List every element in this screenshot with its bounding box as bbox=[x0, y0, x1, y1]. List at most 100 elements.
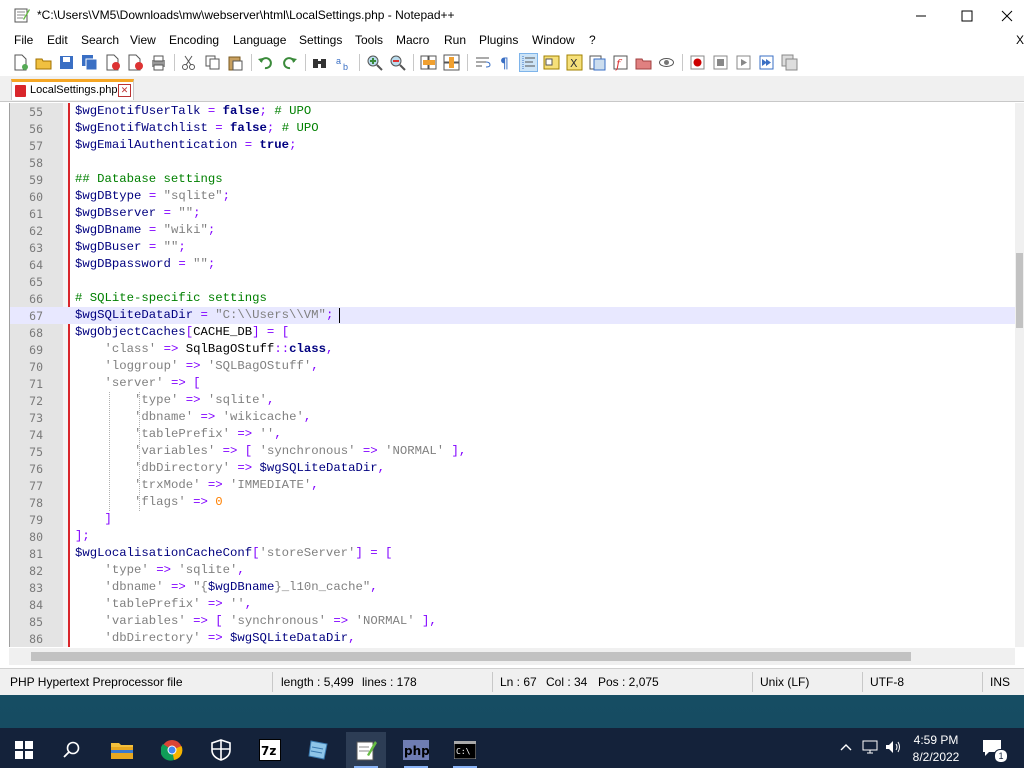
code-line[interactable]: 55 $wgEnotifUserTalk = false; # UPO bbox=[10, 103, 1016, 120]
horizontal-scroll-thumb[interactable] bbox=[31, 652, 911, 661]
vertical-scrollbar[interactable] bbox=[1015, 103, 1024, 647]
code-line[interactable]: 62 $wgDBname = "wiki"; bbox=[10, 222, 1016, 239]
zoom-in-icon[interactable] bbox=[366, 54, 383, 71]
status-encoding[interactable]: UTF-8 bbox=[870, 675, 904, 689]
clock-time[interactable]: 4:59 PM bbox=[905, 733, 967, 747]
new-file-icon[interactable] bbox=[12, 54, 29, 71]
taskbar-security[interactable] bbox=[201, 732, 241, 768]
monitoring-eye-icon[interactable] bbox=[658, 54, 675, 71]
code-line[interactable]: 69 'class' => SqlBagOStuff::class, bbox=[10, 341, 1016, 358]
code-line[interactable]: 77 'trxMode' => 'IMMEDIATE', bbox=[10, 477, 1016, 494]
macro-stop-icon[interactable] bbox=[712, 54, 729, 71]
sync-horizontal-scroll-icon[interactable] bbox=[443, 54, 460, 71]
volume-icon[interactable] bbox=[885, 740, 901, 754]
code-line[interactable]: 81 $wgLocalisationCacheConf['storeServer'… bbox=[10, 545, 1016, 562]
undo-icon[interactable] bbox=[257, 54, 274, 71]
code-line[interactable]: 72 'type' => 'sqlite', bbox=[10, 392, 1016, 409]
maximize-button[interactable] bbox=[944, 0, 990, 31]
clock-date[interactable]: 8/2/2022 bbox=[905, 750, 967, 764]
save-all-icon[interactable] bbox=[81, 54, 98, 71]
taskbar-notepadpp[interactable] bbox=[346, 732, 386, 768]
code-line[interactable]: 85 'variables' => [ 'synchronous' => 'NO… bbox=[10, 613, 1016, 630]
word-wrap-icon[interactable] bbox=[474, 54, 491, 71]
network-icon[interactable] bbox=[862, 740, 878, 754]
code-line[interactable]: 76 'dbDirectory' => $wgSQLiteDataDir, bbox=[10, 460, 1016, 477]
vertical-scroll-thumb[interactable] bbox=[1016, 253, 1023, 328]
code-line[interactable]: 79 ] bbox=[10, 511, 1016, 528]
code-line[interactable]: 57 $wgEmailAuthentication = true; bbox=[10, 137, 1016, 154]
zoom-out-icon[interactable] bbox=[389, 54, 406, 71]
close-file-icon[interactable] bbox=[104, 54, 121, 71]
code-line[interactable]: 74 'tablePrefix' => '', bbox=[10, 426, 1016, 443]
menu-file[interactable]: File bbox=[14, 33, 33, 47]
document-map-icon[interactable]: X bbox=[566, 54, 583, 71]
code-line[interactable]: 84 'tablePrefix' => '', bbox=[10, 596, 1016, 613]
close-window-button[interactable] bbox=[990, 0, 1024, 31]
code-line[interactable]: 58 bbox=[10, 154, 1016, 171]
code-line[interactable]: 67 $wgSQLiteDataDir = "C:\\Users\\VM"; bbox=[10, 307, 1016, 324]
tab-localsettings[interactable]: LocalSettings.php ✕ bbox=[11, 79, 134, 100]
code-line[interactable]: 71 'server' => [ bbox=[10, 375, 1016, 392]
taskbar-php[interactable]: php bbox=[396, 732, 436, 768]
taskbar-chrome[interactable] bbox=[152, 732, 192, 768]
find-icon[interactable] bbox=[311, 54, 328, 71]
menu-tools[interactable]: Tools bbox=[355, 33, 383, 47]
code-line[interactable]: 78 'flags' => 0 bbox=[10, 494, 1016, 511]
macro-record-icon[interactable] bbox=[689, 54, 706, 71]
menu-language[interactable]: Language bbox=[233, 33, 286, 47]
taskbar-command-prompt[interactable]: C:\ bbox=[445, 732, 485, 768]
menu-help[interactable]: ? bbox=[589, 33, 596, 47]
menu-search[interactable]: Search bbox=[81, 33, 119, 47]
taskbar-search[interactable] bbox=[52, 732, 92, 768]
code-line[interactable]: 68 $wgObjectCaches[CACHE_DB] = [ bbox=[10, 324, 1016, 341]
menu-close-document[interactable]: X bbox=[1016, 33, 1024, 47]
indent-guide-icon[interactable] bbox=[519, 53, 538, 72]
menu-settings[interactable]: Settings bbox=[299, 33, 342, 47]
code-line[interactable]: 64 $wgDBpassword = ""; bbox=[10, 256, 1016, 273]
code-line[interactable]: 86 'dbDirectory' => $wgSQLiteDataDir, bbox=[10, 630, 1016, 647]
code-line[interactable]: 61 $wgDBserver = ""; bbox=[10, 205, 1016, 222]
cut-icon[interactable] bbox=[180, 54, 197, 71]
taskbar-7zip[interactable]: 7z bbox=[250, 732, 290, 768]
show-all-characters-icon[interactable]: ¶ bbox=[497, 54, 514, 71]
taskbar-notepad[interactable] bbox=[298, 732, 338, 768]
menu-plugins[interactable]: Plugins bbox=[479, 33, 518, 47]
copy-icon[interactable] bbox=[204, 54, 221, 71]
close-all-icon[interactable] bbox=[127, 54, 144, 71]
status-eol[interactable]: Unix (LF) bbox=[760, 675, 809, 689]
sync-vertical-scroll-icon[interactable] bbox=[420, 54, 437, 71]
code-line[interactable]: 73 'dbname' => 'wikicache', bbox=[10, 409, 1016, 426]
folder-icon[interactable] bbox=[635, 54, 652, 71]
code-editor[interactable]: 55 $wgEnotifUserTalk = false; # UPO 56 $wgE… bbox=[9, 103, 1016, 647]
code-line[interactable]: 66 # SQLite-specific settings bbox=[10, 290, 1016, 307]
macro-play-icon[interactable] bbox=[735, 54, 752, 71]
code-line[interactable]: 56 $wgEnotifWatchlist = false; # UPO bbox=[10, 120, 1016, 137]
code-line[interactable]: 80]; bbox=[10, 528, 1016, 545]
taskbar-file-explorer[interactable] bbox=[102, 732, 142, 768]
macro-save-icon[interactable] bbox=[781, 54, 798, 71]
menu-encoding[interactable]: Encoding bbox=[169, 33, 219, 47]
paste-icon[interactable] bbox=[227, 54, 244, 71]
save-icon[interactable] bbox=[58, 54, 75, 71]
user-defined-language-icon[interactable] bbox=[543, 54, 560, 71]
print-icon[interactable] bbox=[150, 54, 167, 71]
code-line[interactable]: 59 ## Database settings bbox=[10, 171, 1016, 188]
status-insert-mode[interactable]: INS bbox=[990, 675, 1010, 689]
code-line[interactable]: 75 'variables' => [ 'synchronous' => 'NO… bbox=[10, 443, 1016, 460]
code-line[interactable]: 60 $wgDBtype = "sqlite"; bbox=[10, 188, 1016, 205]
open-file-icon[interactable] bbox=[35, 54, 52, 71]
title-bar[interactable]: *C:\Users\VM5\Downloads\mw\webserver\htm… bbox=[0, 0, 1024, 31]
tab-close-icon[interactable]: ✕ bbox=[118, 84, 131, 97]
function-list-icon[interactable] bbox=[589, 54, 606, 71]
code-line[interactable]: 63 $wgDBuser = ""; bbox=[10, 239, 1016, 256]
code-line[interactable]: 65 bbox=[10, 273, 1016, 290]
replace-icon[interactable]: ab bbox=[335, 54, 352, 71]
code-line[interactable]: 70 'loggroup' => 'SQLBagOStuff', bbox=[10, 358, 1016, 375]
folder-as-workspace-icon[interactable]: f bbox=[612, 54, 629, 71]
menu-window[interactable]: Window bbox=[532, 33, 575, 47]
minimize-button[interactable] bbox=[898, 0, 944, 31]
start-button[interactable] bbox=[4, 732, 44, 768]
horizontal-scrollbar[interactable] bbox=[9, 648, 1015, 665]
menu-view[interactable]: View bbox=[130, 33, 156, 47]
menu-run[interactable]: Run bbox=[444, 33, 466, 47]
